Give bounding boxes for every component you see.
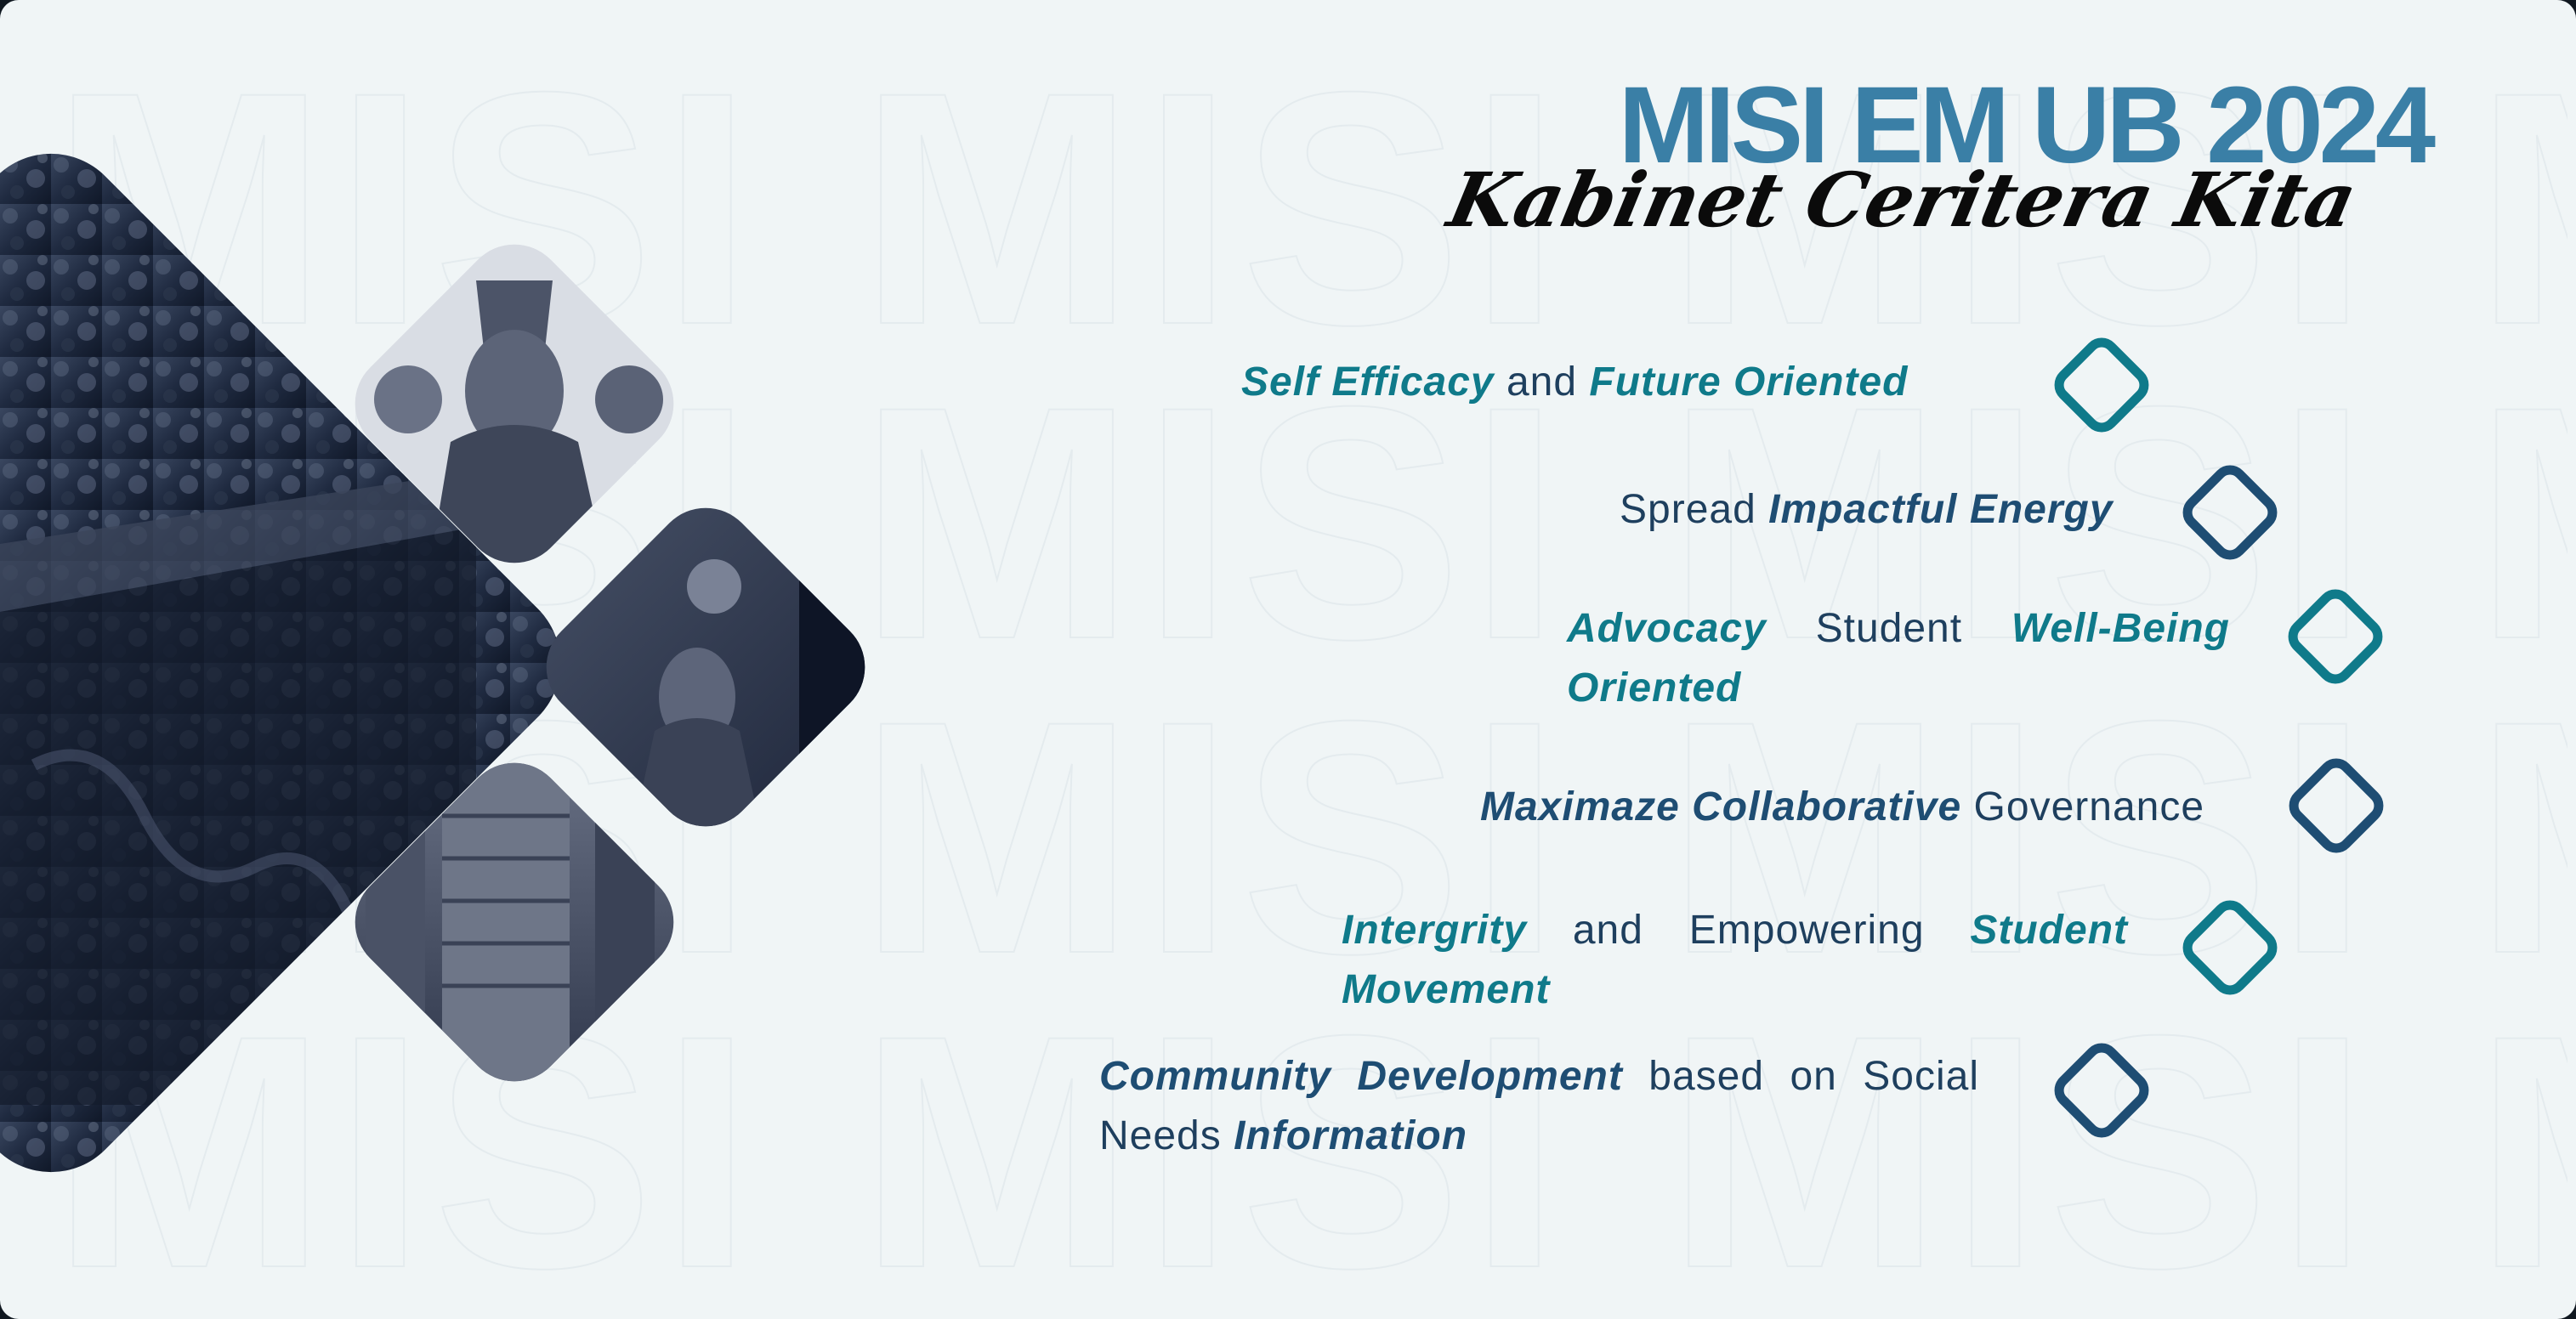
diamond-icon [2166,884,2294,1011]
diamond-icon [2272,742,2400,869]
mission-text: and Empowering [1527,908,1971,953]
title-block: MISI EM UB 2024 Kabinet Ceritera Kita [1275,59,2465,255]
mission-item-6: Community Development based on Social Ne… [1099,1047,1979,1166]
photo-collage [0,127,887,1204]
mission-text: Spread [1620,487,1769,532]
mission-item-1: Self Efficacy and Future Oriented [1241,353,1908,412]
mission-emphasis: Impactful Energy [1768,487,2114,532]
mission-emphasis: Community Development [1099,1054,1623,1099]
diamond-icon [2166,449,2294,576]
mission-item-2: Spread Impactful Energy [1620,480,2114,540]
mission-text: Governance [1961,784,2205,829]
diamond-icon [2038,321,2165,449]
slide: MISI MISI MISI MISI MISI MISI MISI MISI … [0,0,2576,1319]
mission-emphasis: Advocacy [1567,606,1767,651]
mission-text: Student [1766,606,2011,651]
mission-text: and [1494,359,1590,405]
diamond-icon [2038,1027,2165,1154]
mission-emphasis: Self Efficacy [1241,359,1495,405]
mission-item-4: Maximaze Collaborative Governance [1480,778,2204,837]
mission-item-5: Intergrity and Empowering Student Moveme… [1342,901,2128,1020]
mission-emphasis: Information [1234,1113,1468,1158]
diamond-icon [2272,573,2399,700]
mission-emphasis: Maximaze Collaborative [1480,784,1962,829]
page-subtitle: Kabinet Ceritera Kita [1441,156,2365,244]
mission-emphasis: Intergrity [1342,908,1528,953]
mission-emphasis: Future Oriented [1589,359,1909,405]
mission-item-3: Advocacy Student Well-Being Oriented [1567,599,2230,718]
